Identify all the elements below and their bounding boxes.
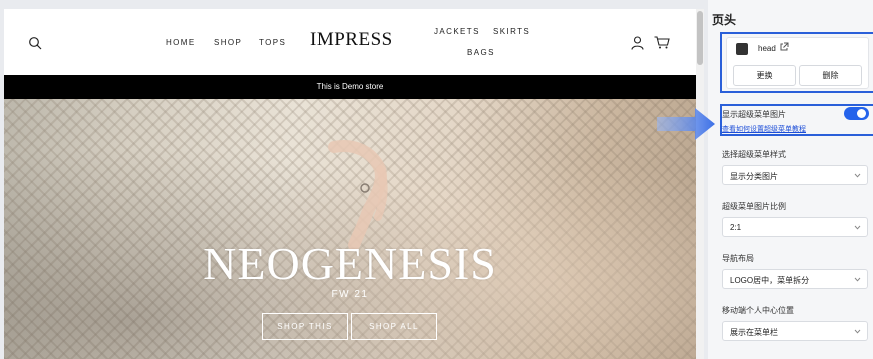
mobile-account-position-label: 移动端个人中心位置 (722, 306, 794, 315)
cart-icon[interactable] (654, 36, 670, 49)
shop-all-button[interactable]: SHOP ALL (351, 313, 437, 340)
nav-bags[interactable]: BAGS (467, 48, 495, 57)
store-header: HOME SHOP TOPS IMPRESS JACKETS SKIRTS BA… (4, 9, 696, 75)
preview-scrollbar-thumb[interactable] (697, 11, 703, 65)
hero-subtitle: FW 21 (331, 289, 369, 300)
hero-title: NEOGENESIS (203, 238, 497, 289)
nav-skirts[interactable]: SKIRTS (493, 27, 530, 36)
select-value: 展示在菜单栏 (730, 328, 778, 337)
mega-menu-ratio-select[interactable]: 2:1 (722, 217, 868, 237)
panel-title: 页头 (712, 13, 737, 27)
highlight-box-toggle (720, 104, 873, 136)
nav-home[interactable]: HOME (166, 38, 196, 47)
chevron-down-icon (854, 329, 861, 334)
store-logo[interactable]: IMPRESS (310, 29, 393, 51)
nav-jackets[interactable]: JACKETS (434, 27, 480, 36)
nav-tops[interactable]: TOPS (259, 38, 286, 47)
chevron-down-icon (854, 173, 861, 178)
nav-shop[interactable]: SHOP (214, 38, 242, 47)
nav-layout-select[interactable]: LOGO居中，菜单拆分 (722, 269, 868, 289)
announcement-bar: This is Demo store (4, 75, 696, 99)
select-value: LOGO居中，菜单拆分 (730, 276, 810, 285)
highlight-box-logo (720, 32, 873, 93)
editor-frame: HOME SHOP TOPS IMPRESS JACKETS SKIRTS BA… (0, 0, 873, 359)
shop-this-button[interactable]: SHOP THIS (262, 313, 348, 340)
pointer-arrow-icon (657, 108, 715, 140)
chevron-down-icon (854, 225, 861, 230)
mega-menu-style-label: 选择超级菜单样式 (722, 150, 786, 159)
mega-menu-ratio-label: 超级菜单图片比例 (722, 202, 786, 211)
mobile-account-position-select[interactable]: 展示在菜单栏 (722, 321, 868, 341)
search-icon[interactable] (28, 36, 42, 50)
user-icon[interactable] (631, 36, 644, 50)
store-preview: HOME SHOP TOPS IMPRESS JACKETS SKIRTS BA… (4, 9, 704, 359)
hand-with-ring-illustration (328, 140, 388, 249)
settings-panel: 页头 head 更换 删除 显示超级菜单图片 查看如何设置超级菜单教程 选择超级… (708, 0, 873, 359)
nav-layout-label: 导航布局 (722, 254, 754, 263)
select-value: 显示分类图片 (730, 172, 778, 181)
select-value: 2:1 (730, 223, 742, 232)
chevron-down-icon (854, 277, 861, 282)
hero-banner: NEOGENESIS FW 21 SHOP THIS SHOP ALL (4, 99, 696, 359)
mega-menu-style-select[interactable]: 显示分类图片 (722, 165, 868, 185)
